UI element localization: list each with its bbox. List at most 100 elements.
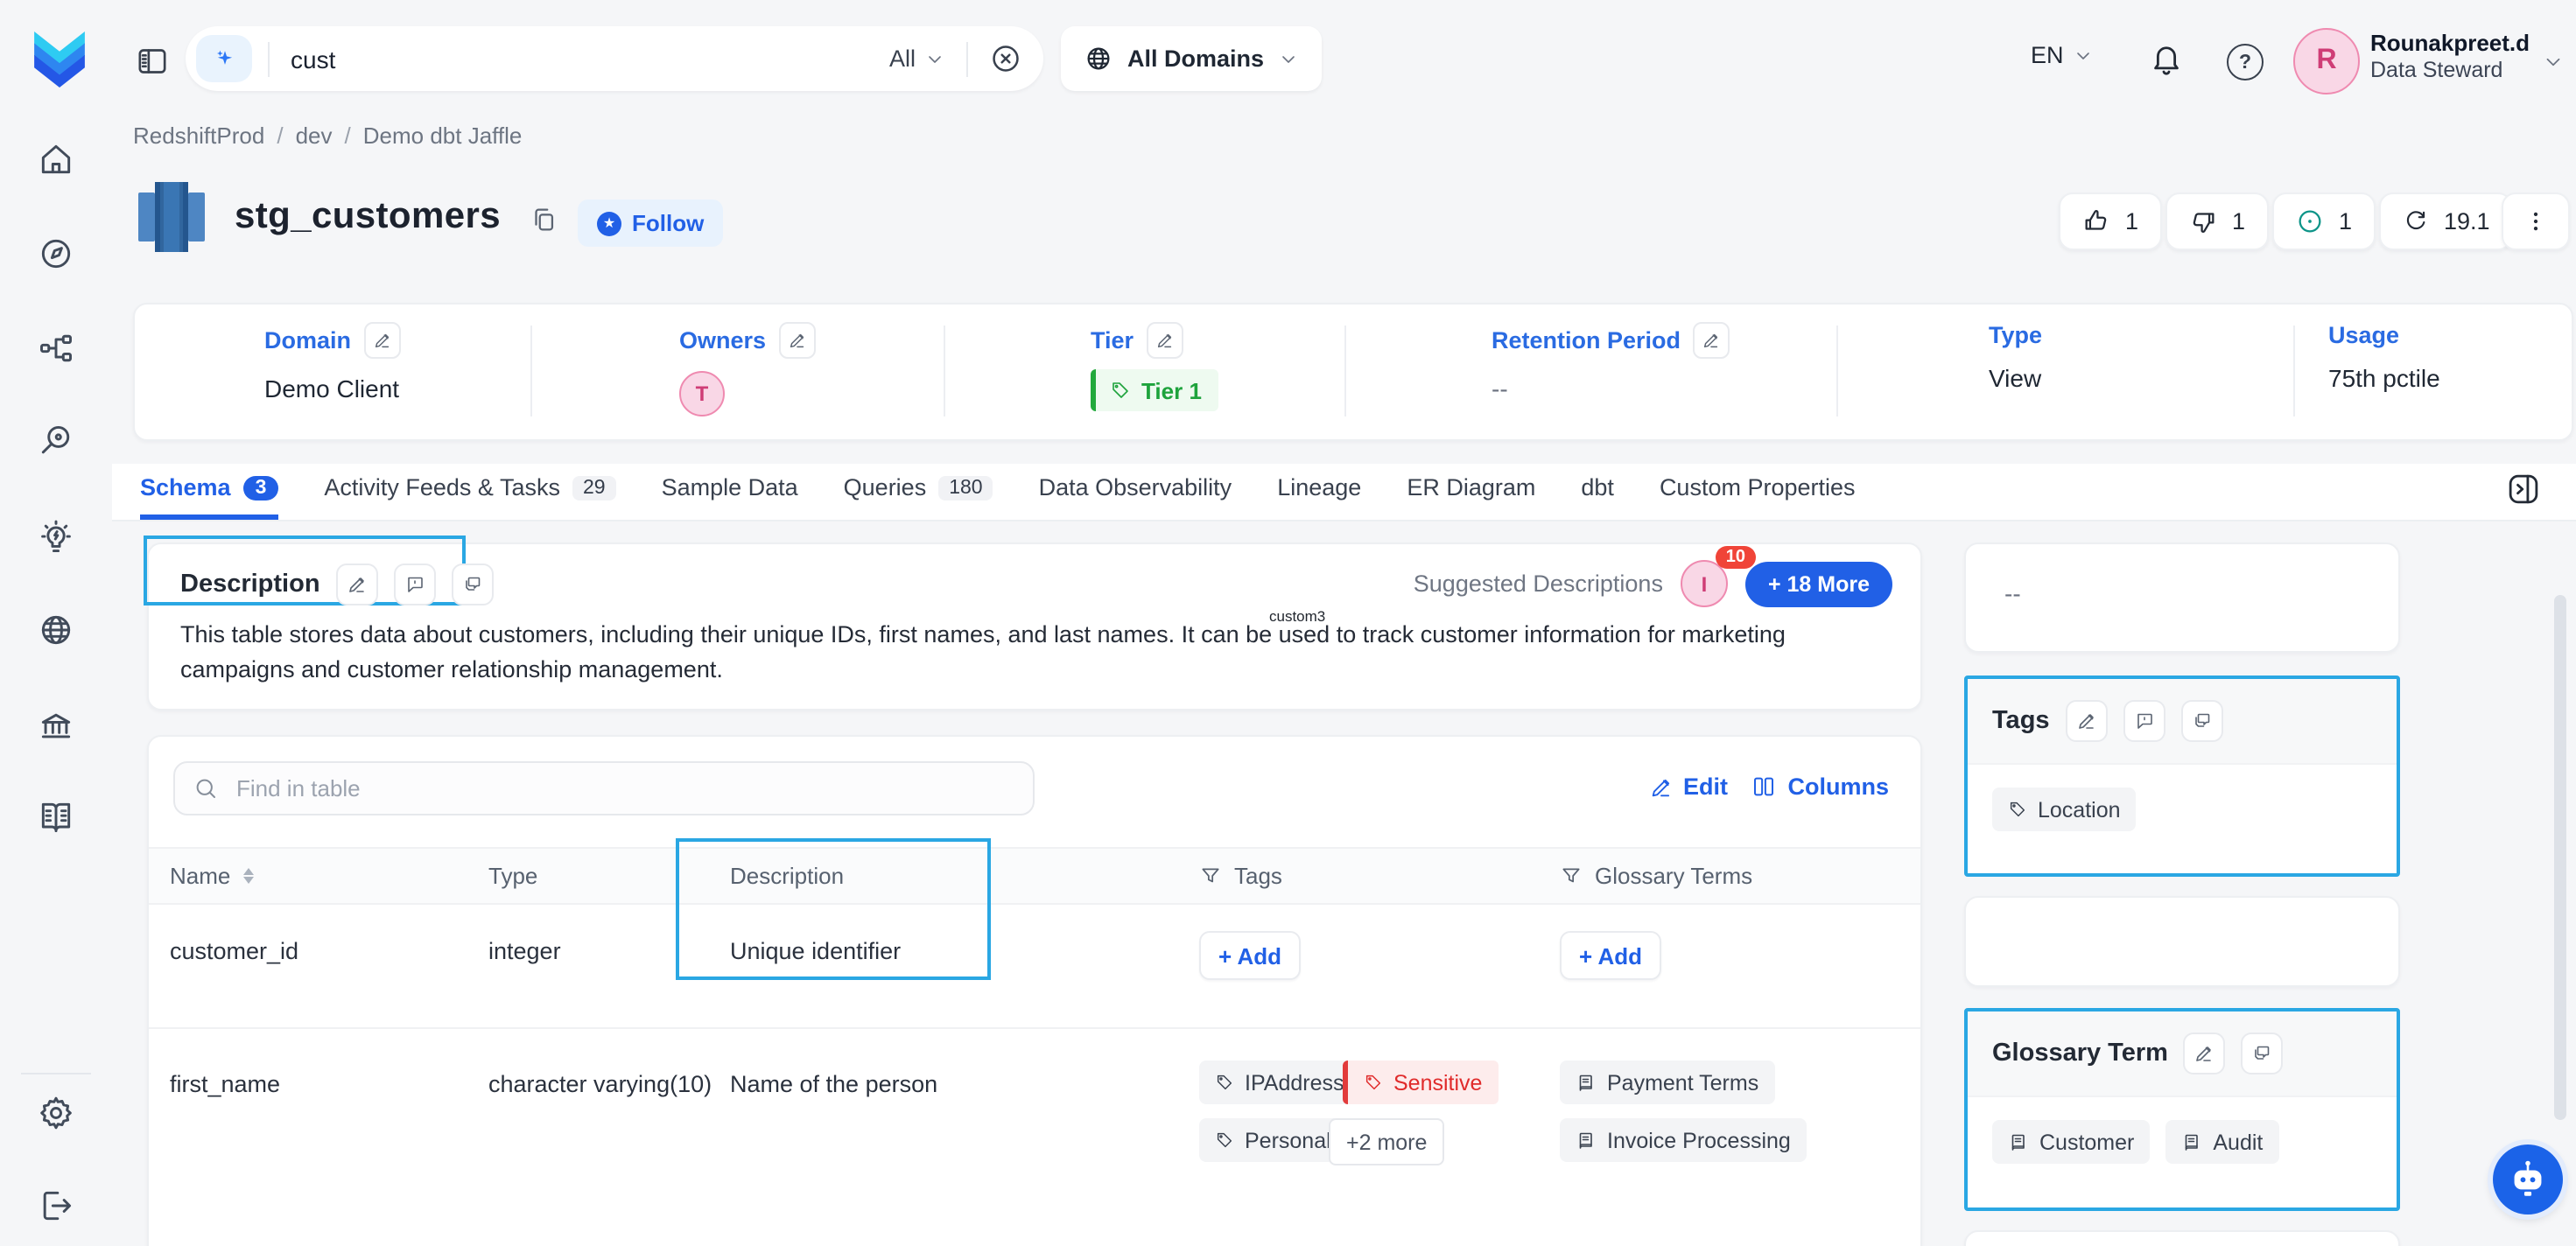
tier-badge[interactable]: Tier 1: [1091, 369, 1219, 411]
freshness-button[interactable]: 19.1: [2379, 192, 2513, 250]
nav-glossary-icon[interactable]: [25, 786, 88, 849]
global-search[interactable]: All: [186, 26, 1043, 91]
nav-workflow-icon[interactable]: [25, 317, 88, 380]
edit-owners-icon[interactable]: [778, 322, 815, 359]
more-tags-chip[interactable]: +2 more: [1329, 1118, 1444, 1166]
user-avatar[interactable]: R: [2293, 28, 2360, 94]
breadcrumb-leaf[interactable]: Demo dbt Jaffle: [363, 122, 523, 149]
header-tags[interactable]: Tags: [1199, 849, 1282, 903]
owner-avatar[interactable]: T: [679, 371, 725, 416]
scope-chevron-icon[interactable]: [924, 48, 945, 69]
nav-observability-icon[interactable]: [25, 410, 88, 472]
edit-description-icon[interactable]: [336, 564, 378, 606]
tab-lineage[interactable]: Lineage: [1277, 464, 1361, 520]
upvote-button[interactable]: 1: [2059, 192, 2161, 250]
glossary-term-chip[interactable]: Audit: [2165, 1120, 2278, 1164]
sidebar-toggle-icon[interactable]: [135, 44, 170, 79]
suggested-descriptions-label: Suggested Descriptions: [1414, 570, 1663, 597]
field-owners: Owners T: [679, 322, 815, 416]
tag-chip-location[interactable]: Location: [1992, 788, 2137, 831]
cell-name[interactable]: first_name: [170, 1071, 280, 1097]
tab-sample-data[interactable]: Sample Data: [662, 464, 798, 520]
columns-icon: [1751, 774, 1777, 800]
breadcrumb-mid[interactable]: dev: [296, 122, 333, 149]
more-suggestions-button[interactable]: + 18 More: [1745, 561, 1892, 606]
nav-logout-icon[interactable]: [25, 1174, 88, 1237]
glossary-term-chip[interactable]: Customer: [1992, 1120, 2150, 1164]
collapse-panel-icon[interactable]: [2505, 471, 2542, 508]
tab-activity-feeds[interactable]: Activity Feeds & Tasks29: [324, 464, 615, 520]
search-scope-label[interactable]: All: [889, 46, 916, 72]
tag-chip[interactable]: IPAddress: [1199, 1060, 1360, 1104]
tab-custom-properties[interactable]: Custom Properties: [1660, 464, 1856, 520]
tab-dbt[interactable]: dbt: [1581, 464, 1614, 520]
columns-button[interactable]: Columns: [1751, 774, 1889, 800]
tag-chip-sensitive[interactable]: Sensitive: [1343, 1060, 1498, 1104]
sort-icon[interactable]: [242, 868, 253, 884]
header-glossary-terms[interactable]: Glossary Terms: [1560, 849, 1752, 903]
copy-tags-icon[interactable]: [2181, 700, 2223, 742]
tag-chip[interactable]: Personal: [1199, 1118, 1347, 1162]
cell-name[interactable]: customer_id: [170, 938, 298, 964]
table-header-row: Name Type Description Tags Glossary Term…: [149, 847, 1920, 905]
edit-tags-icon[interactable]: [2066, 700, 2108, 742]
filter-icon[interactable]: [1560, 864, 1583, 887]
language-selector[interactable]: EN: [2031, 42, 2094, 68]
tab-queries[interactable]: Queries180: [844, 464, 993, 520]
clear-search-icon[interactable]: [989, 42, 1022, 75]
edit-glossary-icon[interactable]: [2184, 1032, 2226, 1074]
tab-data-observability[interactable]: Data Observability: [1039, 464, 1232, 520]
header-type[interactable]: Type: [488, 849, 537, 903]
notifications-bell-icon[interactable]: [2148, 40, 2185, 77]
field-retention: Retention Period --: [1492, 322, 1730, 402]
copy-glossary-icon[interactable]: [2242, 1032, 2284, 1074]
edit-tier-icon[interactable]: [1146, 322, 1183, 359]
header-description[interactable]: Description: [730, 849, 844, 903]
nav-web-icon[interactable]: [25, 598, 88, 662]
search-input[interactable]: [287, 43, 889, 74]
help-icon[interactable]: ?: [2227, 44, 2264, 80]
header-name[interactable]: Name: [170, 849, 253, 903]
status-button[interactable]: 1: [2272, 192, 2375, 250]
cell-description[interactable]: Name of the person: [730, 1071, 937, 1097]
user-menu-chevron-icon[interactable]: [2542, 51, 2565, 74]
globe-icon: [1084, 44, 1113, 74]
follow-button[interactable]: ★ Follow: [578, 200, 723, 247]
glossary-term-chip[interactable]: Payment Terms: [1560, 1060, 1774, 1104]
user-info[interactable]: Rounakpreet.d Data Steward: [2370, 30, 2530, 86]
copy-name-icon[interactable]: [529, 205, 558, 234]
nav-settings-icon[interactable]: [25, 1082, 88, 1144]
all-domains-button[interactable]: All Domains: [1061, 26, 1322, 91]
scrollbar-thumb[interactable]: [2554, 595, 2566, 1120]
comment-icon[interactable]: [394, 564, 436, 606]
edit-table-button[interactable]: Edit: [1648, 774, 1728, 800]
copy-description-icon[interactable]: [452, 564, 494, 606]
add-glossary-button[interactable]: + Add: [1560, 931, 1661, 980]
tab-schema[interactable]: Schema3: [140, 464, 278, 520]
find-in-table-input[interactable]: [233, 774, 1015, 803]
add-tag-button[interactable]: + Add: [1199, 931, 1301, 980]
nav-compass-icon[interactable]: [25, 222, 88, 285]
tab-er-diagram[interactable]: ER Diagram: [1407, 464, 1535, 520]
breadcrumb-sep2: /: [345, 122, 351, 149]
find-in-table[interactable]: [173, 761, 1035, 816]
downvote-button[interactable]: 1: [2165, 192, 2268, 250]
cell-description[interactable]: Unique identifier: [730, 938, 901, 964]
glossary-term-chip[interactable]: Invoice Processing: [1560, 1118, 1807, 1162]
domain-value[interactable]: Demo Client: [264, 374, 400, 402]
app-root: All All Domains EN ? R Rounakpreet.d Dat…: [0, 0, 2576, 1246]
breadcrumb-root[interactable]: RedshiftProd: [133, 122, 264, 149]
filter-icon[interactable]: [1199, 864, 1222, 887]
retention-value: --: [1492, 374, 1730, 402]
edit-retention-icon[interactable]: [1693, 322, 1730, 359]
edit-domain-icon[interactable]: [363, 322, 400, 359]
nav-governance-icon[interactable]: [25, 695, 88, 758]
breadcrumb: RedshiftProd / dev / Demo dbt Jaffle: [133, 122, 522, 149]
comment-tags-icon[interactable]: [2123, 700, 2165, 742]
nav-home-icon[interactable]: [25, 128, 88, 191]
more-actions-button[interactable]: [2502, 192, 2570, 250]
nav-insights-icon[interactable]: [25, 506, 88, 569]
atlan-logo[interactable]: [28, 32, 91, 89]
tab-activity-badge: 29: [572, 475, 616, 500]
assistant-bot-button[interactable]: [2493, 1144, 2563, 1214]
